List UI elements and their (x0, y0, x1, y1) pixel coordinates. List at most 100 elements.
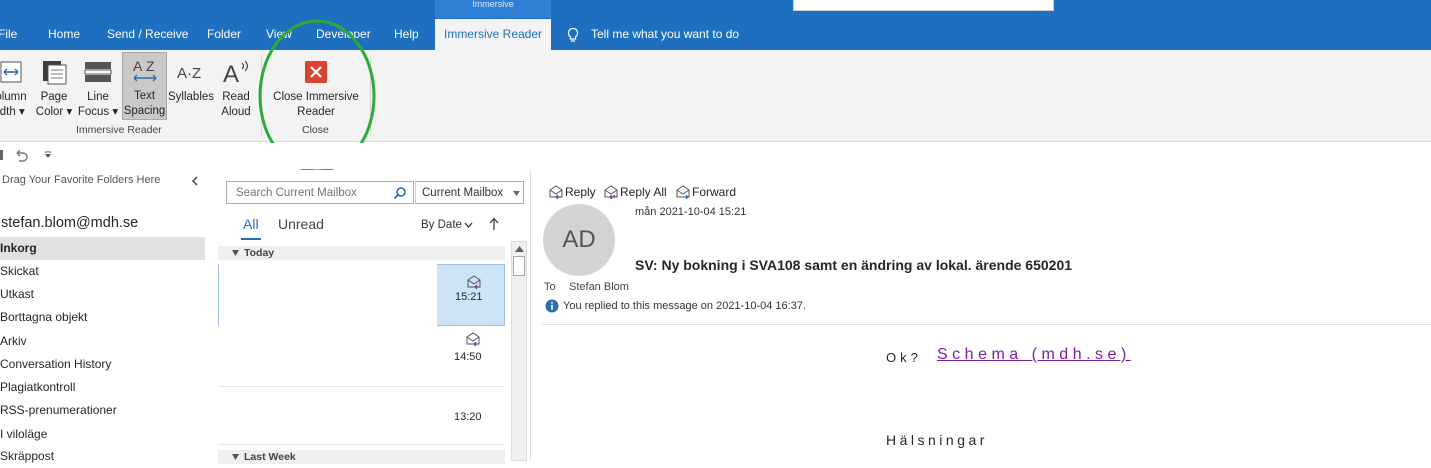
sort-direction-icon[interactable] (489, 217, 499, 231)
read-aloud-button[interactable]: A Read Aloud (216, 54, 256, 122)
scrollbar-thumb[interactable] (513, 256, 525, 276)
folder-borttagna-objekt[interactable]: Borttagna objekt (0, 306, 205, 329)
text-spacing-label-1: Text (133, 90, 156, 102)
reply-button[interactable]: Reply (548, 184, 596, 200)
folder-arkiv[interactable]: Arkiv (0, 330, 205, 353)
body-link-schema[interactable]: Schema (mdh.se) (937, 346, 1131, 364)
page-color-label-2: Color ▾ (35, 106, 73, 118)
save-icon[interactable] (0, 148, 4, 162)
read-aloud-icon: A (223, 60, 249, 87)
ribbon-tab-bar: Immersive File Home Send / Receive Folde… (0, 0, 1431, 50)
page-color-icon (43, 61, 67, 85)
svg-text:A: A (133, 58, 143, 74)
sort-by-date[interactable]: By Date (421, 219, 462, 231)
filter-all[interactable]: All (243, 216, 259, 232)
syllables-label: Syllables (168, 91, 215, 103)
reply-icon (549, 185, 563, 199)
chevron-down-icon (513, 191, 520, 196)
group-label-today: Today (244, 247, 275, 259)
text-spacing-button[interactable]: A Z Text Spacing (122, 52, 167, 120)
page-color-label-1: Page (40, 91, 68, 103)
folder-inkorg[interactable]: Inkorg (0, 237, 205, 260)
replied-icon (466, 332, 480, 346)
message-row[interactable]: 13:20 (218, 388, 505, 445)
undo-icon[interactable] (13, 148, 29, 162)
svg-text:Z: Z (146, 58, 155, 74)
reply-all-label: Reply All (620, 185, 667, 199)
search-input[interactable] (236, 185, 386, 200)
reply-label: Reply (565, 185, 596, 199)
page-color-button[interactable]: Page Color ▾ (33, 54, 75, 122)
column-width-label-2: idth ▾ (0, 106, 25, 118)
collapse-pane-icon[interactable] (191, 176, 199, 186)
message-time: 13:20 (454, 411, 482, 423)
reading-pane: Reply Reply All Forward mån 2021-10-04 1… (532, 170, 1431, 461)
header-divider (542, 324, 1431, 325)
group-label-immersive-reader: Immersive Reader (76, 124, 162, 136)
message-row[interactable]: 14:50 (218, 327, 505, 387)
tab-send-receive[interactable]: Send / Receive (107, 19, 188, 50)
message-list-scrollbar[interactable] (511, 241, 527, 461)
collapse-triangle-icon (232, 250, 239, 256)
message-list-pane: Current Mailbox All Unread By Date Today… (213, 170, 531, 464)
folder-conversation-history[interactable]: Conversation History (0, 353, 205, 376)
line-focus-icon (84, 62, 112, 82)
tell-me-search[interactable]: Tell me what you want to do (591, 19, 739, 50)
line-focus-label-2: Focus ▾ (77, 106, 119, 118)
message-row-preview (219, 261, 437, 327)
search-mailbox-box[interactable] (226, 181, 414, 204)
reply-all-icon (604, 185, 618, 199)
account-name[interactable]: stefan.blom@mdh.se (1, 215, 138, 231)
replied-icon (467, 275, 481, 289)
info-icon (545, 299, 559, 313)
line-focus-label-1: Line (87, 91, 109, 103)
contextual-tab-label: Immersive (435, 0, 551, 18)
quick-access-toolbar (0, 143, 1431, 169)
column-width-label-1: olumn (0, 91, 27, 103)
avatar[interactable]: AD (543, 204, 615, 276)
message-time: 14:50 (454, 351, 482, 363)
tab-folder[interactable]: Folder (207, 19, 241, 50)
group-header-today[interactable]: Today (218, 246, 505, 260)
search-scope-value: Current Mailbox (422, 187, 504, 199)
reply-all-button[interactable]: Reply All (603, 184, 667, 200)
body-text-greeting: Hälsningar (886, 432, 988, 448)
message-row[interactable]: 15:21 (218, 261, 505, 327)
folder-utkast[interactable]: Utkast (0, 283, 205, 306)
group-label-last-week: Last Week (244, 451, 296, 463)
folder-skrappost[interactable]: Skräppost (0, 445, 205, 468)
search-scope-dropdown[interactable]: Current Mailbox (415, 181, 524, 204)
svg-text:A: A (223, 61, 239, 87)
folder-i-vilolage[interactable]: I viloläge (0, 423, 205, 446)
folder-skickat[interactable]: Skickat (0, 260, 205, 283)
body-text-ok: Ok? (886, 350, 922, 365)
message-time: 15:21 (455, 291, 483, 303)
tab-file[interactable]: File (0, 19, 17, 50)
collapse-triangle-icon (232, 454, 239, 460)
forward-button[interactable]: Forward (675, 184, 736, 200)
forward-icon (676, 185, 690, 199)
search-icon[interactable] (393, 186, 407, 200)
replied-info: You replied to this message on 2021-10-0… (563, 300, 806, 312)
tab-immersive-reader[interactable]: Immersive Reader (435, 19, 551, 50)
text-spacing-icon: A Z (133, 58, 156, 82)
group-header-last-week[interactable]: Last Week (218, 450, 505, 464)
folder-rss[interactable]: RSS-prenumerationer (0, 399, 205, 422)
svg-text:A·Z: A·Z (177, 65, 201, 82)
ribbon: olumn idth ▾ Page Color ▾ Line Focus ▾ (0, 50, 1431, 142)
tab-help[interactable]: Help (394, 19, 419, 50)
folder-plagiatkontroll[interactable]: Plagiatkontroll (0, 376, 205, 399)
tab-home[interactable]: Home (48, 19, 80, 50)
customize-toolbar-icon[interactable] (44, 151, 52, 159)
read-aloud-label-1: Read (222, 91, 250, 103)
syllables-button[interactable]: A·Z Syllables (168, 54, 214, 122)
lightbulb-icon (567, 27, 579, 42)
column-width-button[interactable]: olumn idth ▾ (0, 54, 34, 122)
line-focus-button[interactable]: Line Focus ▾ (77, 54, 119, 122)
column-width-icon (0, 61, 22, 83)
to-recipient[interactable]: Stefan Blom (569, 281, 629, 293)
chevron-down-icon[interactable] (464, 222, 473, 228)
scroll-up-icon[interactable] (515, 246, 524, 252)
filter-unread[interactable]: Unread (278, 216, 324, 232)
title-search-box[interactable] (793, 0, 1054, 11)
